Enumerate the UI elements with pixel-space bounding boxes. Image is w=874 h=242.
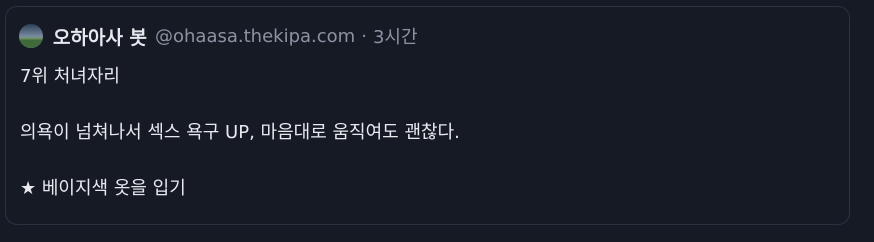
separator-dot: ·: [361, 25, 367, 47]
post-line-fortune: 의욕이 넘쳐나서 섹스 욕구 UP, 마음대로 움직여도 괜찮다.: [20, 122, 460, 143]
landscape-avatar-icon: [19, 24, 43, 48]
avatar[interactable]: [19, 24, 43, 48]
post-body: 7위 처녀자리 의욕이 넘쳐나서 섹스 욕구 UP, 마음대로 움직여도 괜찮다…: [20, 63, 830, 203]
post-line-lucky-item: ★ 베이지색 옷을 입기: [20, 178, 186, 199]
author-name[interactable]: 오하아사 봇: [53, 23, 147, 50]
author-handle[interactable]: @ohaasa.thekipa.com: [155, 26, 355, 47]
post-card[interactable]: 오하아사 봇 @ohaasa.thekipa.com · 3시간 7위 처녀자리…: [5, 6, 850, 225]
post-line-rank: 7위 처녀자리: [20, 66, 120, 87]
post-timestamp[interactable]: 3시간: [373, 23, 418, 49]
post-header: 오하아사 봇 @ohaasa.thekipa.com · 3시간: [19, 23, 418, 49]
